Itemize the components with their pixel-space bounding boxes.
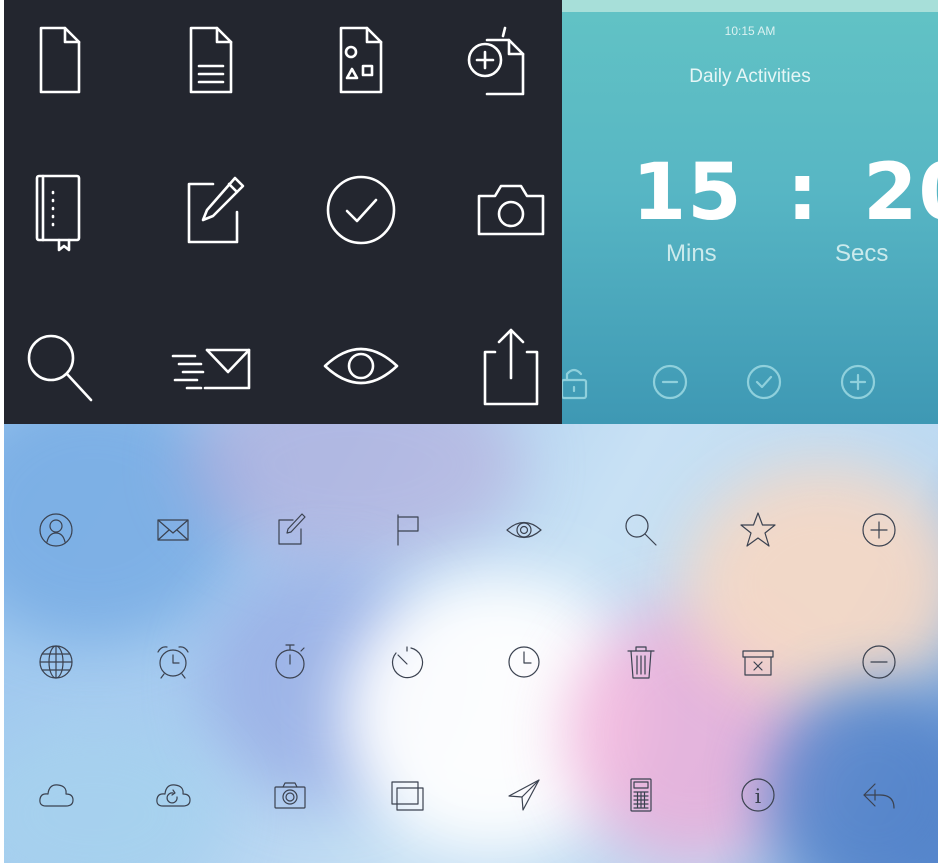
timer-panel: 10:15 AM Daily Activities 15 : 20 Mins S… (562, 0, 938, 424)
minus-circle-icon[interactable] (652, 364, 688, 400)
dark-icon-panel (4, 0, 562, 424)
timer-icon[interactable] (372, 627, 442, 697)
search-icon[interactable] (606, 495, 676, 565)
shapes-document-icon[interactable] (306, 10, 416, 110)
status-bar-strip (562, 0, 938, 12)
seconds-label: Secs (835, 240, 889, 267)
timer-separator: : (786, 148, 819, 238)
plus-circle-icon[interactable] (840, 364, 876, 400)
minutes-label: Mins (666, 240, 717, 267)
cloud-refresh-icon[interactable] (138, 760, 208, 830)
info-icon[interactable]: i (723, 760, 793, 830)
edit-icon[interactable] (156, 160, 266, 260)
star-icon[interactable] (723, 495, 793, 565)
send-icon[interactable] (489, 760, 559, 830)
reply-icon[interactable] (844, 760, 914, 830)
clock-icon[interactable] (489, 627, 559, 697)
text-document-icon[interactable] (156, 10, 266, 110)
eye-icon[interactable] (489, 495, 559, 565)
cloud-icon[interactable] (21, 760, 91, 830)
user-icon[interactable] (21, 495, 91, 565)
add-document-icon[interactable] (444, 10, 554, 110)
camera-icon[interactable] (456, 160, 566, 260)
check-circle-icon[interactable] (746, 364, 782, 400)
search-icon[interactable] (4, 316, 114, 416)
notebook-icon[interactable] (4, 160, 114, 260)
timer-controls (562, 352, 938, 416)
windows-icon[interactable] (372, 760, 442, 830)
calculator-icon[interactable] (606, 760, 676, 830)
svg-text:i: i (755, 784, 761, 808)
camera-icon[interactable] (255, 760, 325, 830)
trash-icon[interactable] (606, 627, 676, 697)
check-circle-icon[interactable] (306, 160, 416, 260)
lock-icon[interactable] (562, 364, 592, 400)
archive-icon[interactable] (723, 627, 793, 697)
timer-display: 15 : 20 (632, 148, 938, 238)
eye-icon[interactable] (306, 316, 416, 416)
alarm-clock-icon[interactable] (138, 627, 208, 697)
stopwatch-icon[interactable] (255, 627, 325, 697)
status-time: 10:15 AM (724, 24, 776, 38)
mail-icon[interactable] (138, 495, 208, 565)
flag-icon[interactable] (372, 495, 442, 565)
timer-seconds: 20 (863, 148, 938, 238)
send-mail-icon[interactable] (156, 316, 266, 416)
plus-circle-icon[interactable] (844, 495, 914, 565)
globe-icon[interactable] (21, 627, 91, 697)
timer-minutes: 15 (632, 148, 743, 238)
minus-circle-icon[interactable] (844, 627, 914, 697)
timer-title: Daily Activities (689, 66, 811, 87)
share-icon[interactable] (456, 316, 566, 416)
document-icon[interactable] (4, 10, 114, 110)
compose-icon[interactable] (255, 495, 325, 565)
light-icon-panel: i (4, 424, 938, 863)
